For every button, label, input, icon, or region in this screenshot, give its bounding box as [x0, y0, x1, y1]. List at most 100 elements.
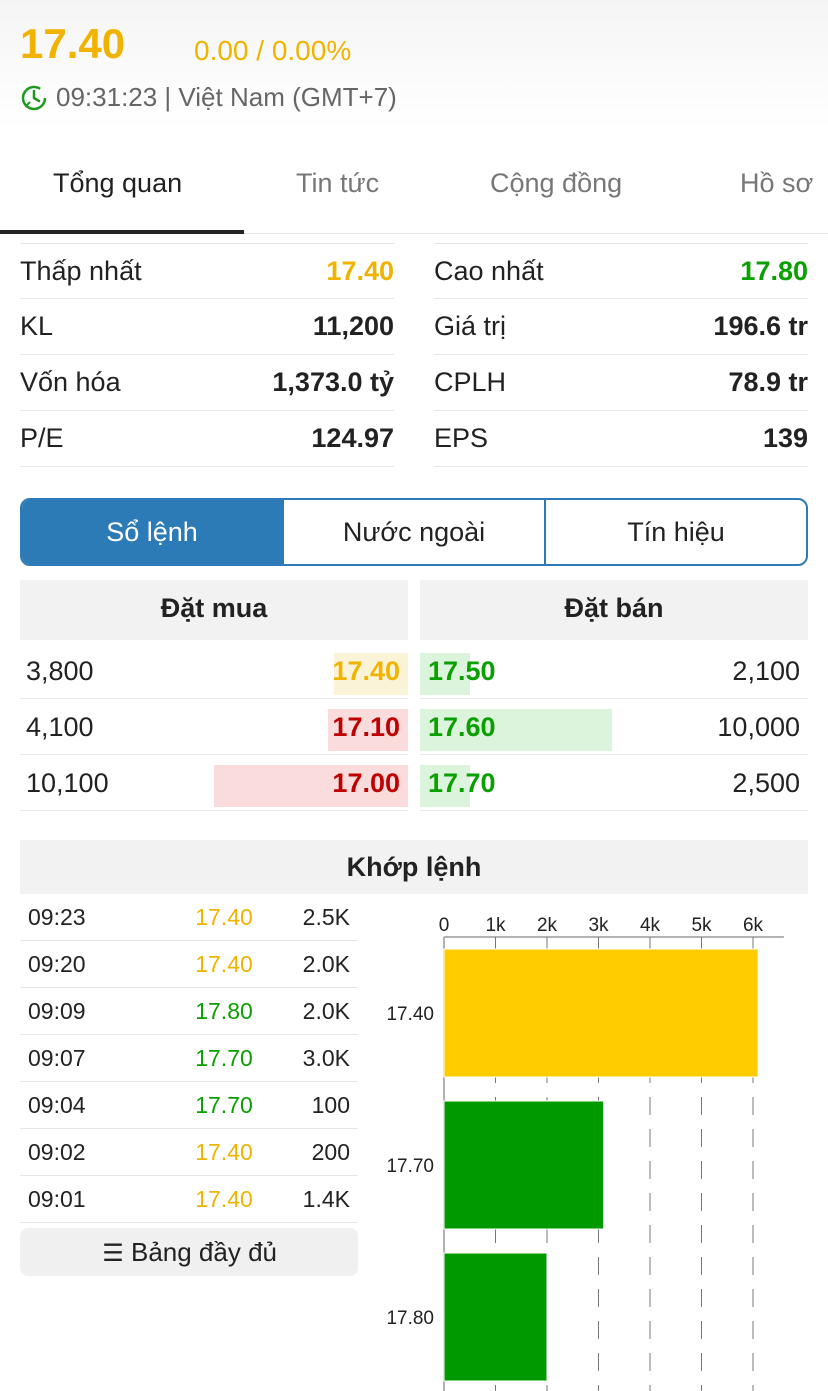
trade-price: 17.70 — [195, 1045, 253, 1071]
stat-row: EPS 139 — [434, 411, 808, 467]
price-change: 0.00 / 0.00% — [194, 35, 352, 66]
buy-order-row: 3,800 17.40 — [20, 643, 408, 699]
trade-row: 09:09 17.80 2.0K — [20, 988, 358, 1035]
sell-header: Đặt bán — [420, 580, 808, 640]
x-tick-label: 6k — [743, 915, 764, 936]
segment-foreign[interactable]: Nước ngoài — [282, 500, 544, 564]
trade-price: 17.40 — [195, 1139, 253, 1165]
trade-price: 17.80 — [195, 998, 253, 1024]
stat-label: Thấp nhất — [20, 256, 142, 286]
tab-bar: Tổng quan Tin tức Cộng đồng Hồ sơ — [0, 150, 828, 234]
x-tick-label: 2k — [537, 915, 558, 936]
stats-left: Thấp nhất 17.40 KL 11,200 Vốn hóa 1,373.… — [20, 243, 394, 467]
trade-time: 09:02 — [28, 1139, 86, 1165]
buy-qty: 3,800 — [26, 656, 94, 686]
volume-by-price-chart: 0 1k 2k 3k 4k 5k 6k 17.40 17.70 17.80 — [386, 915, 784, 1391]
tab-overview[interactable]: Tổng quan — [53, 168, 182, 199]
trade-volume: 100 — [311, 1092, 350, 1118]
stat-row: CPLH 78.9 tr — [434, 355, 808, 411]
stat-label: P/E — [20, 423, 64, 453]
buy-price[interactable]: 17.40 — [332, 656, 400, 687]
update-time: 09:31:23 | Việt Nam (GMT+7) — [56, 82, 397, 112]
y-tick-label: 17.80 — [386, 1308, 434, 1329]
stat-value: 17.40 — [326, 256, 394, 286]
buy-order-row: 4,100 17.10 — [20, 699, 408, 755]
y-tick-label: 17.40 — [386, 1004, 434, 1025]
stat-label: Vốn hóa — [20, 367, 121, 397]
trade-volume: 3.0K — [302, 1045, 350, 1071]
tab-profile[interactable]: Hồ sơ — [740, 168, 813, 199]
full-table-label: Bảng đầy đủ — [130, 1237, 277, 1267]
x-tick-label: 3k — [588, 915, 609, 936]
trade-volume: 2.0K — [302, 951, 350, 977]
trade-price: 17.40 — [195, 904, 253, 930]
x-tick-label: 1k — [485, 915, 506, 936]
buy-qty: 10,100 — [26, 768, 109, 798]
quote-header: 17.40 0.00 / 0.00% 09:31:23 | Việt Nam (… — [0, 0, 828, 130]
stat-value: 11,200 — [312, 311, 394, 341]
stat-label: EPS — [434, 423, 489, 453]
trade-row: 09:04 17.70 100 — [20, 1082, 358, 1129]
volume-bar — [443, 948, 759, 1078]
stat-row: Cao nhất 17.80 — [434, 243, 808, 299]
sell-order-row: 17.50 2,100 — [420, 643, 808, 699]
trade-time: 09:01 — [28, 1186, 86, 1212]
sell-price[interactable]: 17.70 — [428, 768, 496, 799]
trade-row: 09:07 17.70 3.0K — [20, 1035, 358, 1082]
stat-row: Giá trị 196.6 tr — [434, 299, 808, 355]
segment-control: Sổ lệnh Nước ngoài Tín hiệu — [20, 498, 808, 566]
trade-time: 09:23 — [28, 904, 86, 930]
clock-refresh-icon — [21, 85, 47, 111]
stat-value: 17.80 — [740, 256, 808, 286]
sell-qty: 10,000 — [717, 712, 800, 742]
trade-row: 09:23 17.40 2.5K — [20, 894, 358, 941]
trade-time: 09:04 — [28, 1092, 86, 1118]
trade-price: 17.70 — [195, 1092, 253, 1118]
stat-value: 124.97 — [311, 423, 394, 453]
trade-volume: 1.4K — [302, 1186, 350, 1212]
trade-row: 09:02 17.40 200 — [20, 1129, 358, 1176]
sell-price[interactable]: 17.60 — [428, 712, 496, 743]
current-price: 17.40 — [20, 20, 126, 67]
stat-row: Thấp nhất 17.40 — [20, 243, 394, 299]
stat-label: KL — [20, 311, 54, 341]
buy-header: Đặt mua — [20, 580, 408, 640]
stat-row: Vốn hóa 1,373.0 tỷ — [20, 355, 394, 411]
sell-price[interactable]: 17.50 — [428, 656, 496, 687]
trade-row: 09:01 17.40 1.4K — [20, 1176, 358, 1223]
buy-price[interactable]: 17.00 — [332, 768, 400, 799]
stat-value: 1,373.0 tỷ — [272, 367, 394, 397]
list-icon: ☰ — [102, 1240, 124, 1267]
segment-orderbook[interactable]: Sổ lệnh — [22, 500, 282, 564]
volume-bar — [443, 1252, 548, 1382]
tab-community[interactable]: Cộng đồng — [490, 168, 622, 199]
sell-order-row: 17.70 2,500 — [420, 755, 808, 811]
stat-label: Giá trị — [434, 311, 507, 341]
buy-price[interactable]: 17.10 — [332, 712, 400, 743]
sell-qty: 2,500 — [732, 768, 800, 798]
active-tab-indicator — [0, 230, 244, 234]
trade-row: 09:20 17.40 2.0K — [20, 941, 358, 988]
tab-news[interactable]: Tin tức — [296, 168, 379, 199]
segment-signals[interactable]: Tín hiệu — [544, 500, 806, 564]
stat-row: P/E 124.97 — [20, 411, 394, 467]
x-tick-label: 5k — [691, 915, 712, 936]
trade-time: 09:20 — [28, 951, 86, 977]
stats-right: Cao nhất 17.80 Giá trị 196.6 tr CPLH 78.… — [434, 243, 808, 467]
trade-time: 09:07 — [28, 1045, 86, 1071]
buy-qty: 4,100 — [26, 712, 94, 742]
stat-value: 196.6 tr — [713, 311, 808, 341]
stat-row: KL 11,200 — [20, 299, 394, 355]
x-tick-label: 4k — [640, 915, 661, 936]
x-tick-label: 0 — [439, 915, 450, 936]
stat-value: 78.9 tr — [728, 367, 808, 397]
sell-order-row: 17.60 10,000 — [420, 699, 808, 755]
full-table-button[interactable]: ☰ Bảng đầy đủ — [20, 1228, 358, 1276]
trade-price: 17.40 — [195, 1186, 253, 1212]
sell-qty: 2,100 — [732, 656, 800, 686]
trade-time: 09:09 — [28, 998, 86, 1024]
stat-label: Cao nhất — [434, 256, 544, 286]
trade-volume: 2.5K — [302, 904, 350, 930]
trade-volume: 2.0K — [302, 998, 350, 1024]
trade-volume: 200 — [311, 1139, 350, 1165]
